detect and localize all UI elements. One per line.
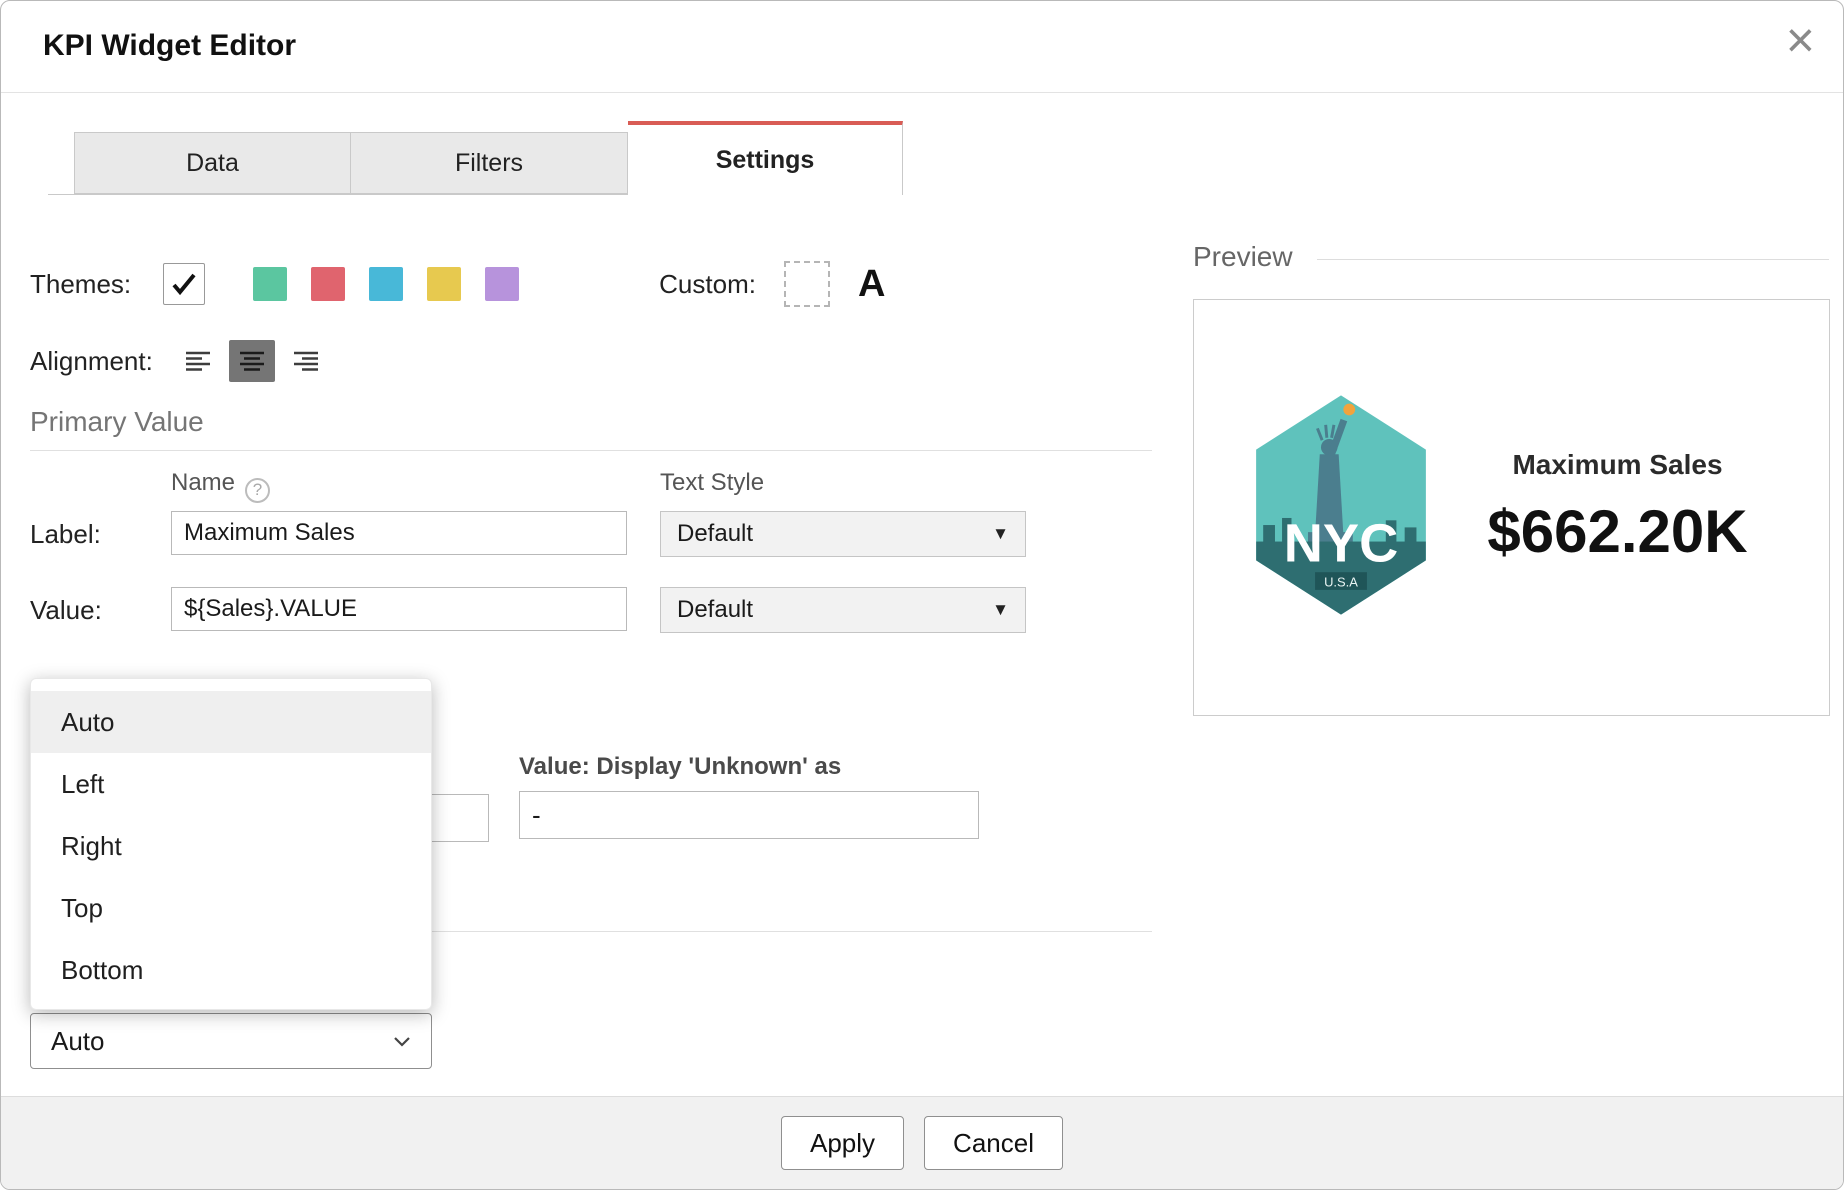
- value-display-unknown-input[interactable]: [519, 791, 979, 839]
- preview-heading: Preview: [1193, 241, 1293, 272]
- chevron-down-icon: [394, 1036, 410, 1047]
- value-text-style-select[interactable]: Default ▼: [660, 587, 1026, 633]
- alignment-label: Alignment:: [30, 345, 153, 376]
- themes-row: Themes: Custom: A: [30, 261, 885, 307]
- dialog-title: KPI Widget Editor: [43, 29, 297, 62]
- section-divider: [30, 450, 1152, 451]
- name-label-text: Name: [171, 469, 236, 496]
- cancel-button[interactable]: Cancel: [924, 1116, 1063, 1170]
- value-field-label: Value:: [30, 595, 102, 625]
- tab-data[interactable]: Data: [74, 132, 351, 194]
- preview-box: NYC U.S.A Maximum Sales $662.20K: [1193, 299, 1830, 716]
- theme-swatch-red[interactable]: [311, 267, 346, 301]
- tab-filters[interactable]: Filters: [351, 132, 628, 194]
- help-icon[interactable]: ?: [245, 477, 271, 503]
- custom-color-swatch[interactable]: [783, 261, 830, 307]
- badge-city-text: NYC: [1284, 514, 1398, 574]
- position-select[interactable]: Auto: [30, 1013, 432, 1069]
- label-input[interactable]: [171, 511, 627, 555]
- badge-country-text: U.S.A: [1324, 574, 1358, 589]
- themes-checkbox[interactable]: [163, 263, 206, 305]
- custom-label: Custom:: [659, 268, 756, 299]
- dropdown-option-auto[interactable]: Auto: [31, 691, 431, 753]
- theme-swatch-yellow[interactable]: [427, 267, 462, 301]
- dialog-header: KPI Widget Editor ×: [1, 1, 1843, 93]
- value-text-style-value: Default: [677, 596, 754, 623]
- theme-swatch-purple[interactable]: [485, 267, 520, 301]
- theme-swatches: [253, 267, 520, 301]
- dropdown-arrow-icon: ▼: [992, 524, 1009, 543]
- align-left-button[interactable]: [175, 340, 221, 382]
- preview-heading-rule: [1317, 259, 1829, 260]
- label-text-style-value: Default: [677, 520, 754, 547]
- name-column-label: Name?: [171, 469, 271, 503]
- dropdown-option-right[interactable]: Right: [31, 815, 431, 877]
- dropdown-arrow-icon: ▼: [992, 600, 1009, 619]
- theme-swatch-green[interactable]: [253, 267, 288, 301]
- themes-label: Themes:: [30, 268, 132, 299]
- align-right-icon: [293, 351, 318, 371]
- position-select-value: Auto: [51, 1025, 105, 1056]
- theme-swatch-blue[interactable]: [369, 267, 404, 301]
- tab-bar: Data Filters Settings: [48, 121, 903, 195]
- text-style-column-label: Text Style: [660, 469, 765, 496]
- align-center-button[interactable]: [228, 340, 275, 382]
- check-icon: [172, 273, 196, 296]
- torch-flame: [1343, 403, 1356, 416]
- tab-settings[interactable]: Settings: [628, 121, 903, 195]
- nyc-badge-image: NYC U.S.A: [1246, 393, 1436, 622]
- kpi-widget-editor-dialog: KPI Widget Editor × Data Filters Setting…: [0, 0, 1844, 1190]
- kpi-preview-value: $662.20K: [1487, 498, 1748, 565]
- nyc-badge-svg: NYC U.S.A: [1256, 395, 1426, 615]
- dropdown-option-left[interactable]: Left: [31, 753, 431, 815]
- custom-font-letter[interactable]: A: [858, 263, 885, 306]
- position-dropdown-list: Auto Left Right Top Bottom: [30, 678, 432, 1010]
- primary-value-heading: Primary Value: [30, 406, 204, 437]
- kpi-preview-block: Maximum Sales $662.20K: [1436, 449, 1829, 566]
- align-center-icon: [239, 351, 264, 371]
- label-text-style-select[interactable]: Default ▼: [660, 511, 1026, 557]
- dropdown-option-top[interactable]: Top: [31, 877, 431, 939]
- align-right-button[interactable]: [283, 340, 329, 382]
- close-icon[interactable]: ×: [1786, 15, 1815, 65]
- value-input[interactable]: [171, 587, 627, 631]
- dialog-footer: Apply Cancel: [1, 1096, 1843, 1189]
- dropdown-option-bottom[interactable]: Bottom: [31, 939, 431, 1001]
- value-display-unknown-label: Value: Display 'Unknown' as: [519, 753, 842, 780]
- align-left-icon: [185, 351, 210, 371]
- label-field-label: Label:: [30, 519, 101, 549]
- apply-button[interactable]: Apply: [781, 1116, 905, 1170]
- kpi-preview-label: Maximum Sales: [1512, 449, 1723, 480]
- alignment-row: Alignment:: [30, 339, 329, 383]
